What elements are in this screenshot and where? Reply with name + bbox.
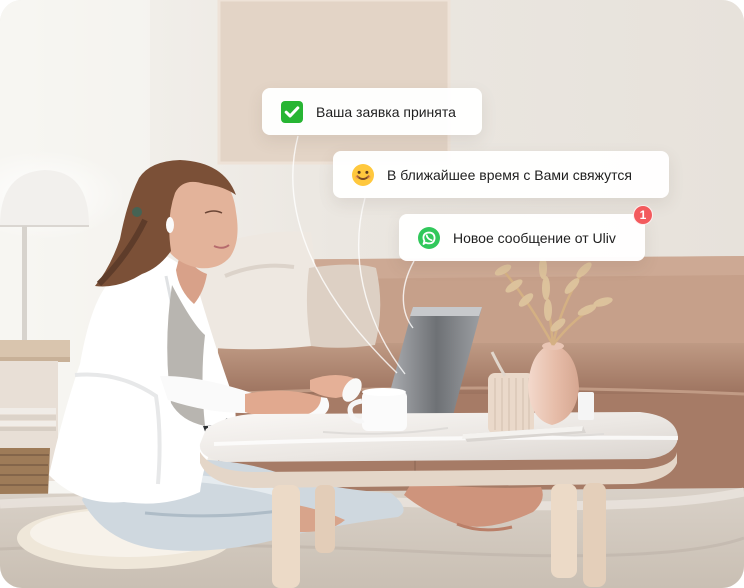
- whatsapp-icon: [417, 226, 441, 250]
- promo-photo-scene: Ваша заявка принята В ближайшее время с …: [0, 0, 744, 588]
- contact-soon-text: В ближайшее время с Вами свяжутся: [387, 166, 632, 183]
- contact-soon-notification: В ближайшее время с Вами свяжутся: [333, 151, 669, 198]
- new-message-notification[interactable]: Новое сообщение от Uliv 1: [399, 205, 653, 261]
- smiling-face-icon: [351, 163, 375, 187]
- new-message-text: Новое сообщение от Uliv: [453, 229, 616, 246]
- unread-count-badge: 1: [633, 205, 653, 225]
- request-accepted-notification: Ваша заявка принята: [262, 88, 482, 135]
- green-checkmark-icon: [280, 100, 304, 124]
- request-accepted-text: Ваша заявка принята: [316, 103, 456, 120]
